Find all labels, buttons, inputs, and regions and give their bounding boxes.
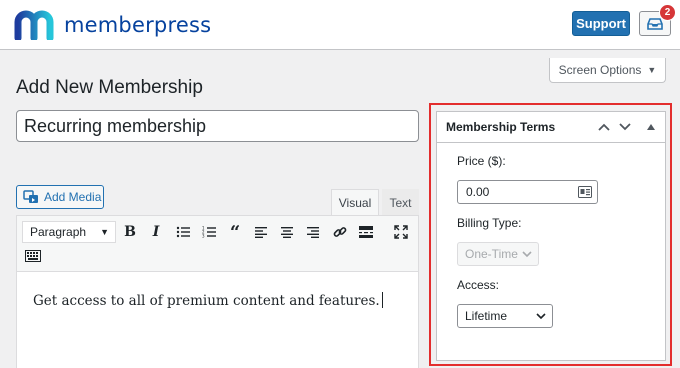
price-label: Price ($): xyxy=(457,154,506,168)
numbered-list-icon[interactable]: 123 xyxy=(199,222,219,242)
access-select[interactable]: Lifetime xyxy=(457,304,553,328)
billing-type-value: One-Time xyxy=(465,247,518,261)
align-center-icon[interactable] xyxy=(277,222,297,242)
collapse-toggle-button[interactable] xyxy=(642,118,660,136)
blockquote-icon[interactable]: “ xyxy=(225,222,245,243)
brand-name: memberpress xyxy=(64,13,212,37)
bold-icon[interactable]: B xyxy=(120,222,140,242)
id-card-icon xyxy=(578,186,592,198)
caret-down-icon: ▼ xyxy=(100,227,109,237)
content-editor: Paragraph ▼ B I 123 “ Get access to all … xyxy=(16,215,419,368)
italic-icon[interactable]: I xyxy=(146,222,166,242)
access-label: Access: xyxy=(457,278,500,292)
media-icon xyxy=(23,190,38,203)
svg-text:3: 3 xyxy=(202,234,205,239)
align-left-icon[interactable] xyxy=(251,222,271,242)
text-cursor xyxy=(381,292,383,308)
fullscreen-icon[interactable] xyxy=(391,222,411,242)
add-media-label: Add Media xyxy=(44,190,102,204)
membership-terms-metabox: Membership Terms Price ($): 0.00 Billing… xyxy=(436,111,666,361)
chevron-up-icon xyxy=(598,123,610,131)
billing-type-select: One-Time xyxy=(457,242,539,266)
move-up-button[interactable] xyxy=(595,118,613,136)
link-icon[interactable] xyxy=(330,222,350,242)
format-select-value: Paragraph xyxy=(30,225,87,239)
chevron-down-icon xyxy=(536,313,546,320)
notification-badge: 2 xyxy=(659,4,676,21)
move-down-button[interactable] xyxy=(616,118,634,136)
billing-type-label: Billing Type: xyxy=(457,216,522,230)
tab-visual[interactable]: Visual xyxy=(331,189,379,215)
post-title-input[interactable]: Recurring membership xyxy=(16,110,419,142)
add-media-button[interactable]: Add Media xyxy=(16,185,104,209)
metabox-header: Membership Terms xyxy=(437,112,665,143)
toolbar-toggle-icon[interactable] xyxy=(23,246,43,266)
price-value: 0.00 xyxy=(466,185,490,199)
format-select[interactable]: Paragraph ▼ xyxy=(22,221,116,243)
memberpress-logo-mark-icon xyxy=(14,10,54,40)
caret-down-icon: ▼ xyxy=(647,65,657,75)
tab-text[interactable]: Text xyxy=(382,189,419,215)
metabox-title: Membership Terms xyxy=(446,120,556,134)
editor-text: Get access to all of premium content and… xyxy=(33,293,380,309)
price-input[interactable]: 0.00 xyxy=(457,180,598,204)
screen-options-button[interactable]: Screen Options ▼ xyxy=(549,58,666,83)
chevron-down-icon xyxy=(522,251,532,258)
bulleted-list-icon[interactable] xyxy=(173,222,193,242)
chevron-down-icon xyxy=(619,123,631,131)
access-value: Lifetime xyxy=(465,309,508,323)
read-more-icon[interactable] xyxy=(356,222,376,242)
editor-toolbar: Paragraph ▼ B I 123 “ xyxy=(17,216,418,272)
editor-content-area[interactable]: Get access to all of premium content and… xyxy=(17,272,418,329)
top-header: memberpress Support 2 xyxy=(0,0,680,50)
screen-options-label: Screen Options xyxy=(558,63,642,77)
support-button[interactable]: Support xyxy=(572,11,630,36)
inbox-icon xyxy=(647,17,663,30)
triangle-up-icon xyxy=(647,124,655,130)
page-title: Add New Membership xyxy=(16,77,203,98)
memberpress-logo[interactable]: memberpress xyxy=(14,10,211,40)
align-right-icon[interactable] xyxy=(303,222,323,242)
